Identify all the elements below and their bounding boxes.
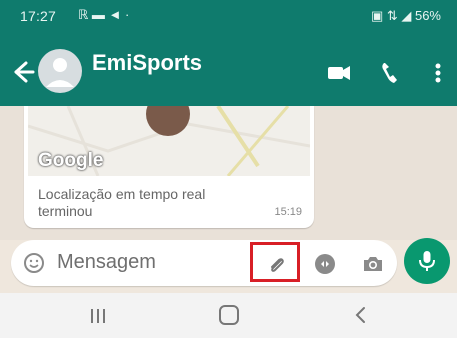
chat-area: Google Localização em tempo real termino…	[0, 106, 457, 240]
map-thumbnail[interactable]: Google	[27, 106, 311, 177]
status-left-icons: ℝ ▬ ◄ ·	[78, 7, 130, 22]
video-call-icon[interactable]	[325, 59, 353, 87]
microphone-button[interactable]	[404, 238, 450, 284]
system-nav-bar	[0, 293, 457, 338]
microphone-icon	[419, 251, 435, 271]
back-icon[interactable]	[350, 303, 372, 327]
camera-icon[interactable]	[361, 252, 385, 276]
home-icon[interactable]	[219, 305, 239, 325]
more-vert-icon[interactable]	[424, 59, 452, 87]
status-right-icons: ▣ ⇅ ◢ 56%	[370, 8, 441, 23]
chat-title[interactable]: EmiSports	[92, 50, 202, 76]
location-message-bubble[interactable]: Google Localização em tempo real termino…	[24, 106, 314, 228]
status-bar: 17:27 ℝ ▬ ◄ · ▣ ⇅ ◢ 56%	[0, 0, 457, 34]
chat-header: EmiSports	[0, 34, 457, 106]
message-time: 15:19	[274, 206, 302, 218]
back-arrow-icon[interactable]	[8, 58, 36, 86]
message-input[interactable]: Mensagem	[57, 251, 156, 274]
message-composer: Mensagem	[11, 240, 397, 286]
payment-icon[interactable]	[313, 252, 337, 276]
status-time: 17:27	[20, 8, 57, 24]
map-brand-logo: Google	[38, 150, 104, 171]
paperclip-icon[interactable]	[250, 242, 300, 282]
location-caption: Localização em tempo real terminou	[38, 186, 206, 219]
emoji-icon[interactable]	[23, 252, 45, 274]
avatar[interactable]	[38, 49, 82, 93]
recent-apps-icon[interactable]	[86, 306, 110, 326]
phone-call-icon[interactable]	[376, 59, 404, 87]
